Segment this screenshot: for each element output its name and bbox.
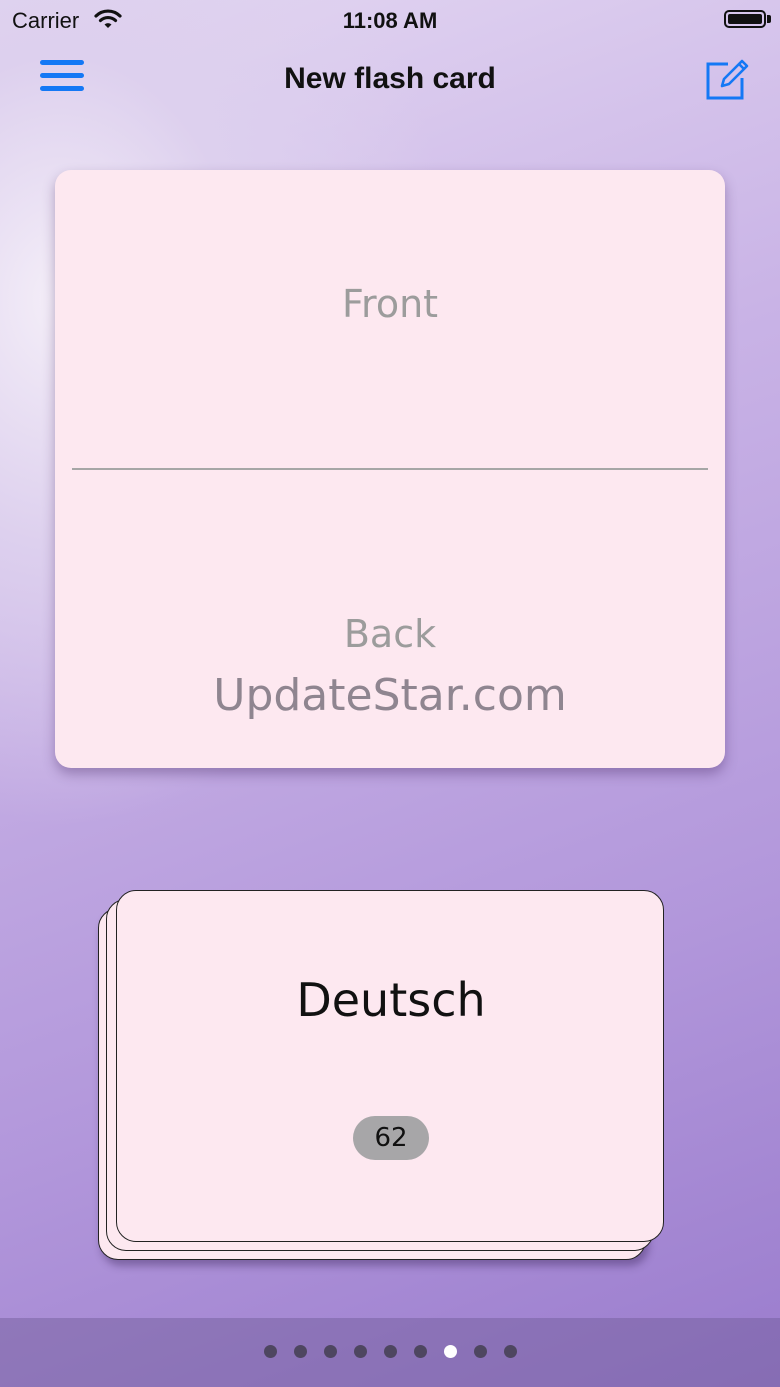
page-dot[interactable] <box>353 1345 367 1358</box>
page-control-bar <box>0 1318 780 1387</box>
status-bar: Carrier 11:08 AM <box>0 0 780 40</box>
page-dot[interactable] <box>473 1345 487 1358</box>
card-divider <box>72 468 708 470</box>
page-dot[interactable] <box>383 1345 397 1358</box>
flash-card-editor: Front Back UpdateStar.com <box>55 170 725 768</box>
deck-name: Deutsch <box>296 973 486 1027</box>
front-input[interactable]: Front <box>55 282 725 326</box>
page-dot[interactable] <box>323 1345 337 1358</box>
page-title: New flash card <box>284 62 496 95</box>
watermark-text: UpdateStar.com <box>213 670 567 721</box>
page-dot[interactable] <box>413 1345 427 1358</box>
page-dot[interactable] <box>293 1345 307 1358</box>
deck-count-badge: 62 <box>353 1116 429 1160</box>
navigation-bar: New flash card <box>0 40 780 120</box>
page-dot[interactable] <box>443 1345 457 1358</box>
status-time: 11:08 AM <box>342 8 438 33</box>
battery-tip <box>767 15 771 23</box>
back-input[interactable]: Back <box>55 612 725 656</box>
compose-edit-icon <box>706 59 749 100</box>
page-dot[interactable] <box>503 1345 517 1358</box>
page-indicator[interactable] <box>0 1345 780 1358</box>
deck-stack[interactable]: Deutsch 62 <box>96 890 666 1265</box>
battery-icon <box>724 10 766 28</box>
edit-button[interactable] <box>704 56 750 102</box>
deck-card-front: Deutsch 62 <box>116 890 664 1242</box>
page-dot[interactable] <box>263 1345 277 1358</box>
